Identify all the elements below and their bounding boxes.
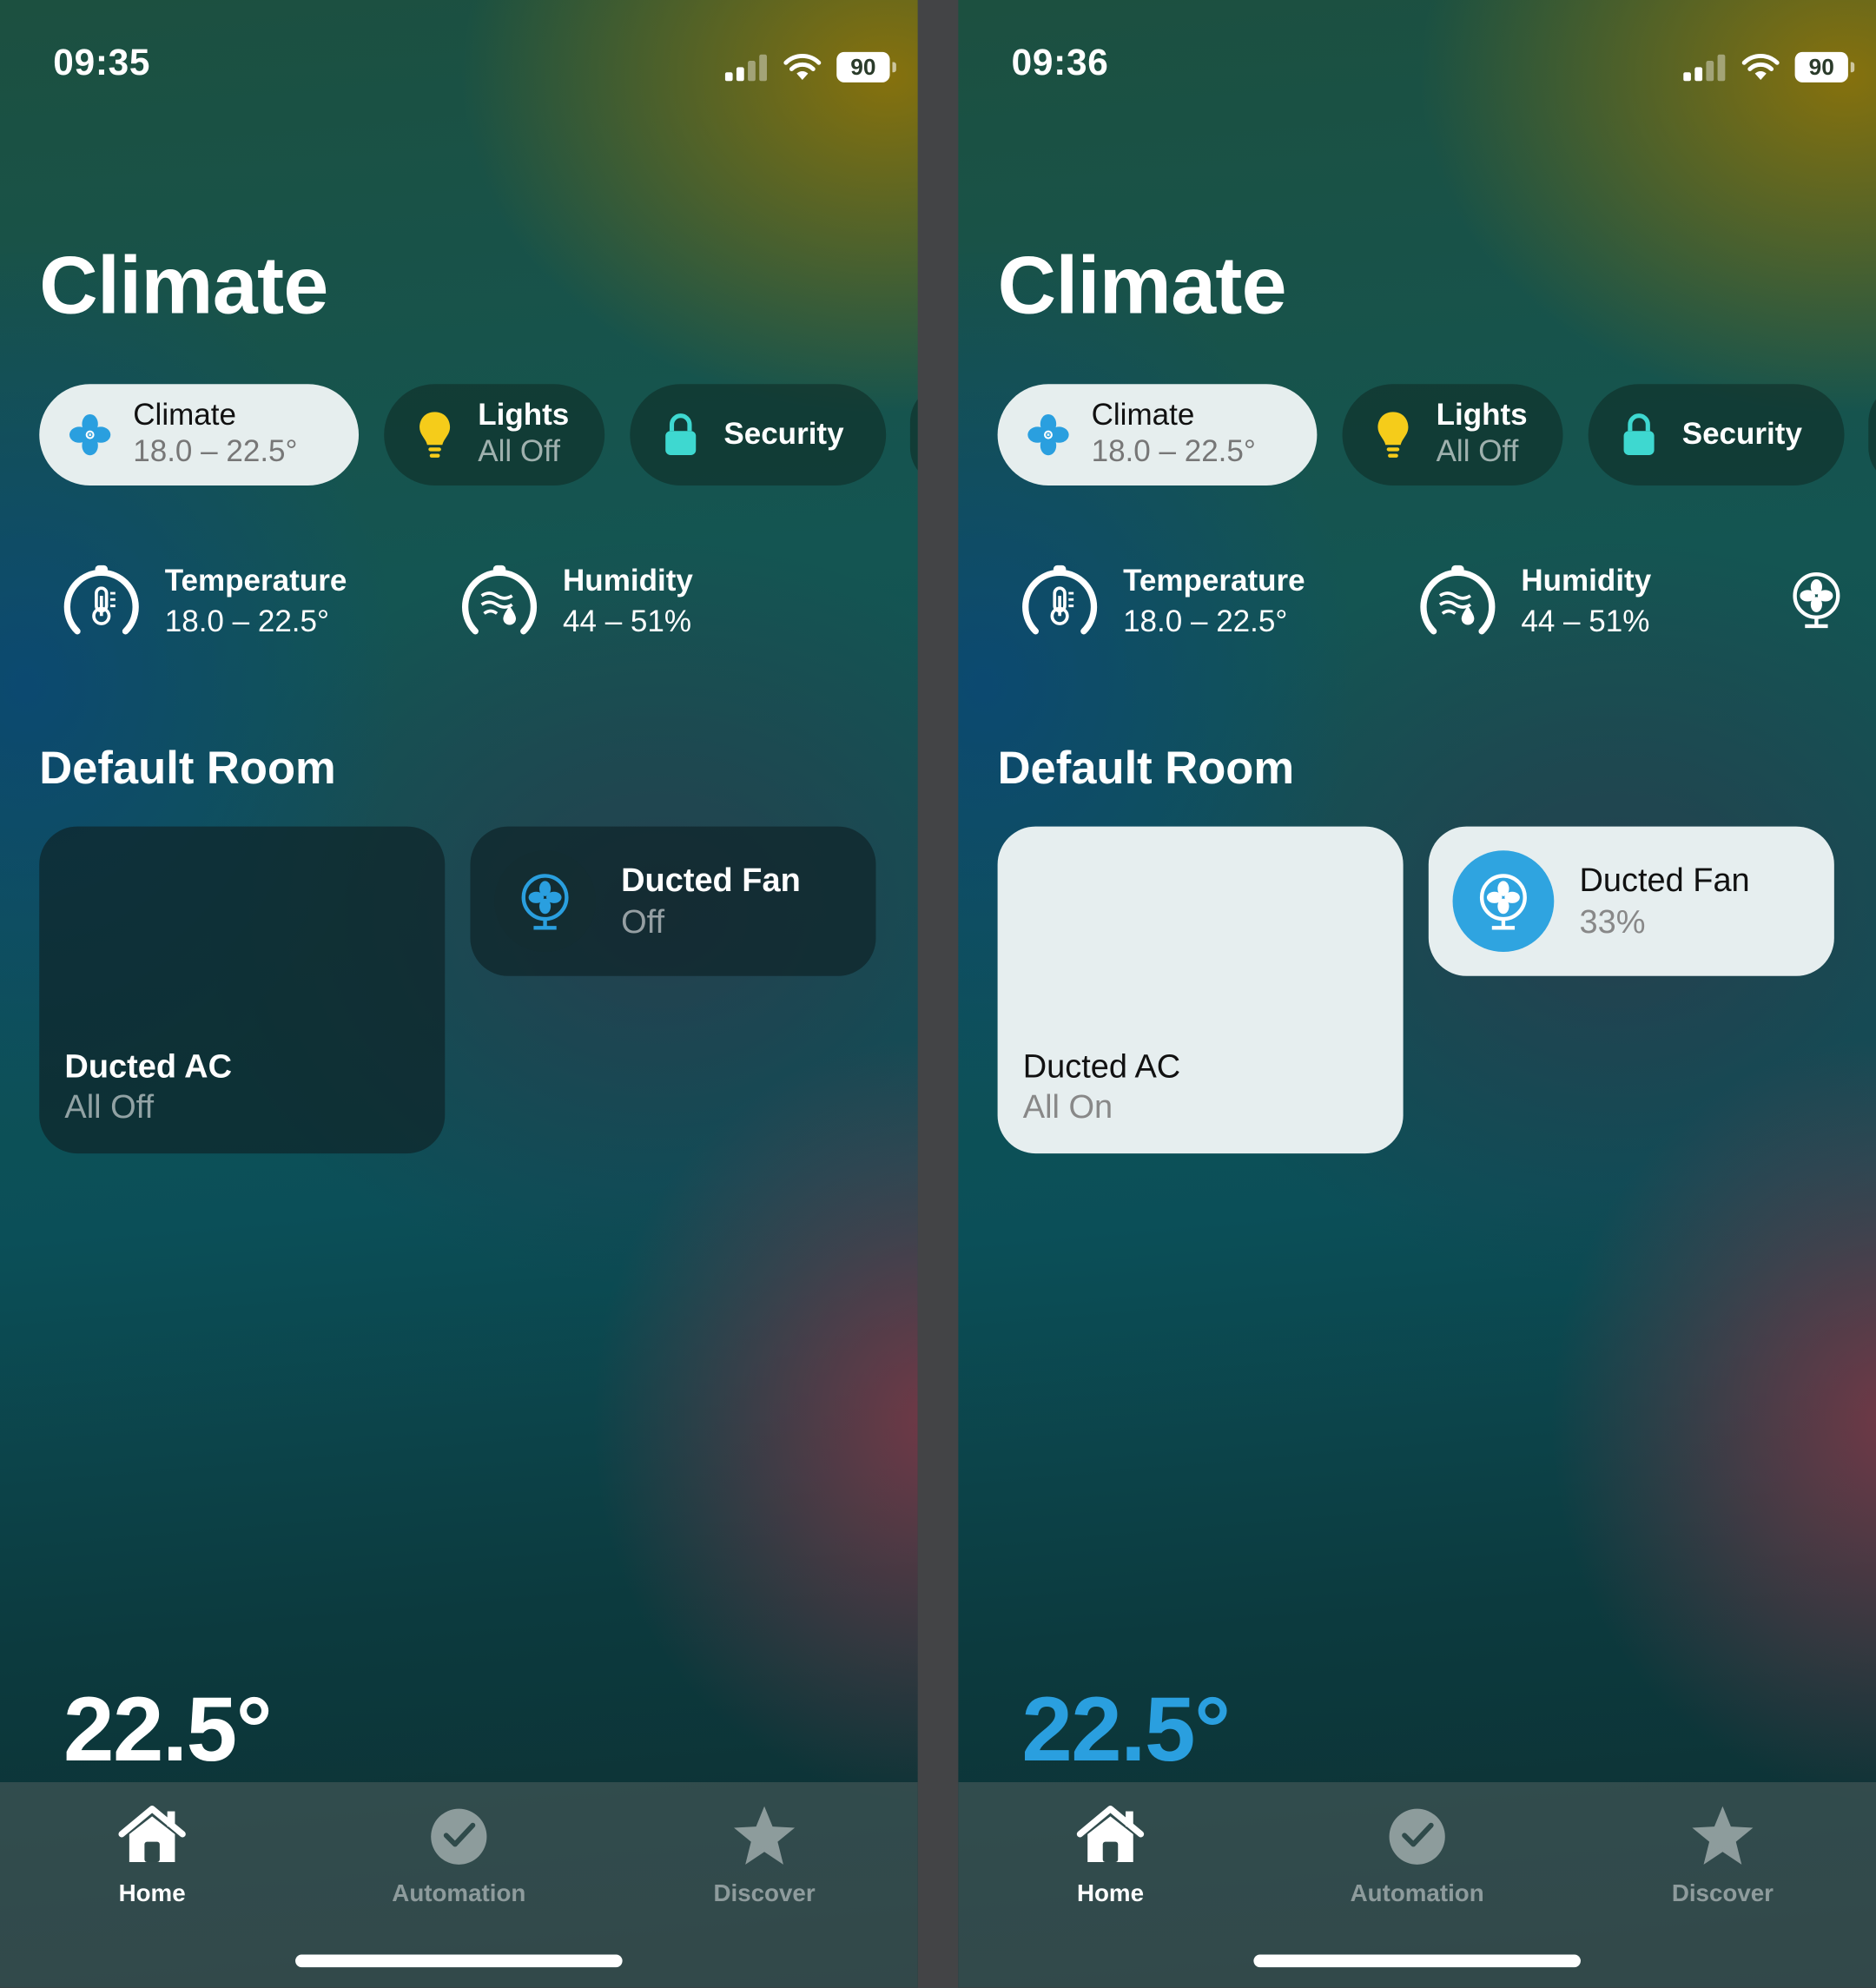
chip-lights[interactable]: Lights All Off bbox=[384, 384, 605, 485]
chip-sublabel: 18.0 – 22.5° bbox=[1091, 434, 1256, 469]
thermometer-gauge-icon bbox=[1022, 565, 1098, 635]
sensor-label: Temperature bbox=[1123, 564, 1305, 598]
home-indicator bbox=[1253, 1954, 1581, 1968]
lock-icon bbox=[656, 409, 706, 459]
phone-screen-0936: 09:36 90 Climate Climate 18.0 – 22.5° Li… bbox=[958, 0, 1876, 1988]
fan-name: Ducted Fan bbox=[621, 860, 801, 899]
house-icon bbox=[118, 1805, 186, 1862]
sensor-label: Humidity bbox=[563, 564, 693, 598]
chip-more[interactable] bbox=[909, 384, 918, 485]
sensor-humidity[interactable]: Humidity 44 – 51% bbox=[453, 558, 693, 649]
chip-sublabel: All Off bbox=[478, 434, 560, 469]
humidity-gauge-icon bbox=[461, 565, 538, 635]
ac-name: Ducted AC bbox=[1022, 1047, 1181, 1086]
screenshot-pair: (function(){ function fanSVG(color, size… bbox=[0, 0, 1876, 1988]
tile-ducted-ac[interactable]: 22.5° Ducted AC All On bbox=[997, 826, 1404, 1781]
status-time: 09:35 bbox=[53, 43, 151, 84]
ac-state: All On bbox=[1022, 1087, 1113, 1126]
battery-indicator: 90 bbox=[1794, 51, 1855, 83]
tab-discover[interactable]: Discover bbox=[1608, 1795, 1837, 1909]
home-indicator bbox=[295, 1954, 623, 1968]
tab-discover[interactable]: Discover bbox=[651, 1795, 879, 1909]
tab-label: Discover bbox=[1671, 1880, 1774, 1908]
tab-automation[interactable]: Automation bbox=[1303, 1795, 1531, 1909]
chip-label: Security bbox=[1681, 417, 1802, 452]
desk-fan-icon[interactable] bbox=[1452, 850, 1555, 953]
tab-automation[interactable]: Automation bbox=[345, 1795, 573, 1909]
lightbulb-icon bbox=[409, 409, 459, 459]
tab-label: Discover bbox=[713, 1880, 816, 1908]
chip-sublabel: All Off bbox=[1436, 434, 1519, 469]
chip-more[interactable] bbox=[1868, 384, 1876, 485]
chip-label: Climate bbox=[133, 398, 236, 433]
tab-label: Home bbox=[1076, 1880, 1145, 1908]
tile-ducted-fan[interactable]: Ducted Fan 33% bbox=[1428, 826, 1834, 976]
tile-ducted-fan[interactable]: Ducted Fan Off bbox=[470, 826, 876, 976]
sensor-fan-partial[interactable] bbox=[1785, 568, 1848, 637]
wifi-icon bbox=[1741, 53, 1780, 80]
clock-check-icon bbox=[1389, 1808, 1445, 1865]
chip-label: Climate bbox=[1091, 398, 1195, 433]
house-icon bbox=[1076, 1805, 1145, 1862]
star-icon bbox=[734, 1806, 796, 1865]
fan-state: Off bbox=[621, 902, 665, 941]
fan-name: Ducted Fan bbox=[1579, 860, 1750, 899]
chip-climate[interactable]: Climate 18.0 – 22.5° bbox=[997, 384, 1318, 485]
fan-state: 33% bbox=[1579, 902, 1646, 941]
chip-sublabel: 18.0 – 22.5° bbox=[133, 434, 298, 469]
star-icon bbox=[1692, 1806, 1754, 1865]
sensor-value: 18.0 – 22.5° bbox=[164, 604, 330, 639]
status-icons: 90 bbox=[1683, 48, 1855, 86]
tab-home[interactable]: Home bbox=[38, 1795, 267, 1909]
page-title: Climate bbox=[997, 239, 1287, 331]
sensor-temperature[interactable]: Temperature 18.0 – 22.5° bbox=[56, 558, 347, 649]
chip-security[interactable]: Security bbox=[1588, 384, 1845, 485]
sensor-label: Temperature bbox=[164, 564, 347, 598]
sensor-value: 44 – 51% bbox=[563, 604, 692, 639]
tile-ducted-ac[interactable]: 22.5° Ducted AC All Off bbox=[39, 826, 446, 1781]
room-title: Default Room bbox=[39, 741, 336, 794]
cellular-signal-icon bbox=[724, 54, 767, 82]
ac-name: Ducted AC bbox=[64, 1047, 232, 1086]
battery-indicator: 90 bbox=[836, 51, 896, 83]
tab-home[interactable]: Home bbox=[996, 1795, 1225, 1909]
lock-icon bbox=[1614, 409, 1664, 459]
tab-label: Automation bbox=[1350, 1880, 1484, 1908]
clock-check-icon bbox=[431, 1808, 487, 1865]
chip-climate[interactable]: Climate 18.0 – 22.5° bbox=[39, 384, 360, 485]
fan-icon bbox=[64, 409, 115, 459]
tab-label: Home bbox=[118, 1880, 186, 1908]
ac-temperature: 22.5° bbox=[63, 1679, 273, 1781]
humidity-gauge-icon bbox=[1420, 565, 1496, 635]
chip-lights[interactable]: Lights All Off bbox=[1342, 384, 1563, 485]
sensor-humidity[interactable]: Humidity 44 – 51% bbox=[1412, 558, 1651, 649]
sensor-value: 44 – 51% bbox=[1521, 604, 1650, 639]
phone-screen-0935: 09:35 90 Climate Climate 18.0 – 22.5° Li… bbox=[0, 0, 918, 1988]
status-icons: 90 bbox=[724, 48, 896, 86]
tab-label: Automation bbox=[392, 1880, 526, 1908]
page-title: Climate bbox=[39, 239, 328, 331]
chip-label: Security bbox=[723, 417, 844, 452]
thermometer-gauge-icon bbox=[63, 565, 139, 635]
lightbulb-icon bbox=[1368, 409, 1418, 459]
chip-label: Lights bbox=[1436, 398, 1528, 433]
cellular-signal-icon bbox=[1683, 54, 1726, 82]
room-title: Default Room bbox=[997, 741, 1295, 794]
wifi-icon bbox=[783, 53, 822, 80]
sensor-temperature[interactable]: Temperature 18.0 – 22.5° bbox=[1014, 558, 1305, 649]
chip-label: Lights bbox=[478, 398, 570, 433]
desk-fan-icon[interactable] bbox=[494, 850, 596, 953]
ac-state: All Off bbox=[64, 1087, 155, 1126]
chip-security[interactable]: Security bbox=[630, 384, 887, 485]
sensor-value: 18.0 – 22.5° bbox=[1123, 604, 1288, 639]
fan-icon bbox=[1023, 409, 1073, 459]
status-time: 09:36 bbox=[1011, 43, 1109, 84]
sensor-label: Humidity bbox=[1521, 564, 1652, 598]
ac-temperature: 22.5° bbox=[1021, 1679, 1231, 1781]
